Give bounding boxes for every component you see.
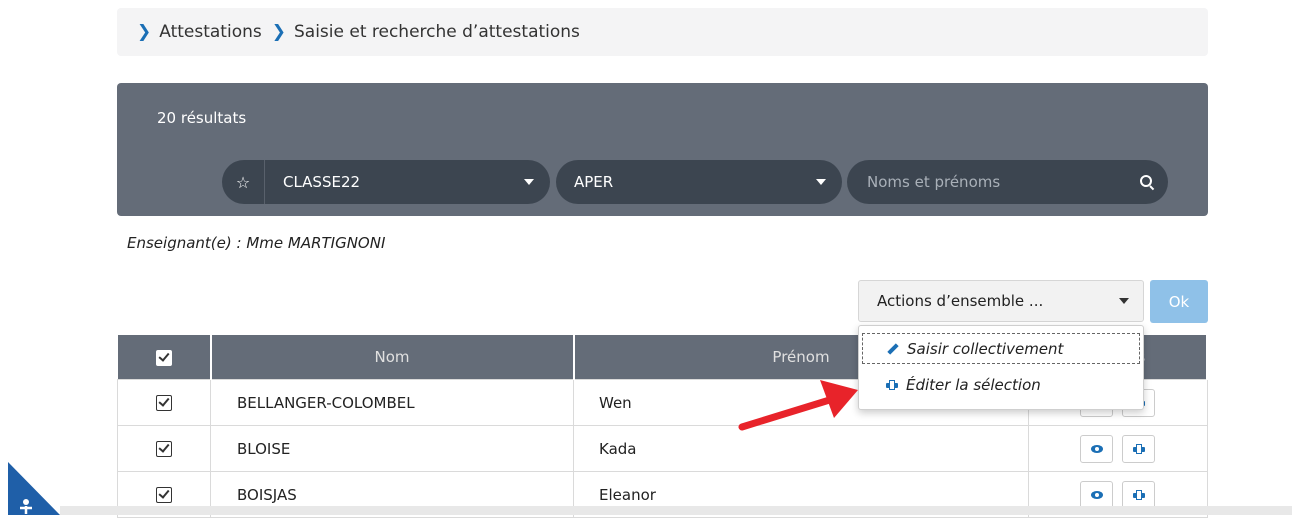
star-favorite-button[interactable]: ☆ xyxy=(222,160,265,204)
row-checkbox[interactable] xyxy=(156,395,172,411)
menu-item-label: Saisir collectivement xyxy=(907,339,1064,358)
view-button[interactable] xyxy=(1080,480,1114,509)
print-button[interactable] xyxy=(1122,480,1156,509)
cell-nom: BLOISE xyxy=(210,425,574,472)
menu-item-label: Éditer la sélection xyxy=(906,375,1041,394)
breadcrumb-label: Attestations xyxy=(159,22,262,42)
search-placeholder: Noms et prénoms xyxy=(867,173,1001,191)
caret-down-icon xyxy=(816,179,826,185)
attestation-select-value: APER xyxy=(574,173,614,191)
printer-icon xyxy=(1132,489,1145,500)
classe-select[interactable]: ☆ CLASSE22 xyxy=(222,160,550,204)
menu-item-saisir-collectivement[interactable]: Saisir collectivement xyxy=(862,333,1140,364)
printer-icon xyxy=(1132,443,1145,454)
footer-bar xyxy=(60,506,1292,515)
results-count: 20 résultats xyxy=(157,109,247,127)
teacher-label: Enseignant(e) : Mme MARTIGNONI xyxy=(127,234,386,252)
bulk-actions-menu: Saisir collectivement Éditer la sélectio… xyxy=(858,325,1144,410)
bulk-actions-value: Actions d’ensemble ... xyxy=(877,292,1044,310)
attestation-select[interactable]: APER xyxy=(556,160,842,204)
chevron-right-icon: ❯ xyxy=(137,22,152,42)
breadcrumb-label: Saisie et recherche d’attestations xyxy=(293,22,580,42)
row-checkbox[interactable] xyxy=(156,441,172,457)
eye-icon xyxy=(1090,490,1103,499)
caret-down-icon xyxy=(524,179,534,185)
filter-panel: 20 résultats ☆ CLASSE22 APER Noms et pré… xyxy=(117,83,1208,216)
table-row: BLOISE Kada xyxy=(117,425,1208,472)
breadcrumb: ❯ Attestations ❯ Saisie et recherche d’a… xyxy=(117,8,1208,56)
select-all-checkbox[interactable] xyxy=(155,349,172,366)
select-all-header[interactable] xyxy=(117,335,212,380)
printer-icon xyxy=(886,379,898,390)
name-search-input[interactable]: Noms et prénoms xyxy=(847,160,1168,204)
chevron-right-icon: ❯ xyxy=(271,22,286,42)
accessibility-icon[interactable] xyxy=(0,462,60,515)
row-checkbox[interactable] xyxy=(156,487,172,503)
red-arrow-annotation xyxy=(738,380,858,431)
classe-select-value: CLASSE22 xyxy=(283,173,361,191)
cell-nom: BELLANGER-COLOMBEL xyxy=(210,379,574,426)
caret-down-icon xyxy=(1119,298,1129,304)
menu-item-editer-selection[interactable]: Éditer la sélection xyxy=(862,369,1140,400)
breadcrumb-item-attestations[interactable]: ❯ Attestations xyxy=(137,22,262,42)
header-nom[interactable]: Nom xyxy=(210,335,575,380)
star-icon: ☆ xyxy=(235,172,251,192)
breadcrumb-item-saisie[interactable]: ❯ Saisie et recherche d’attestations xyxy=(272,22,580,42)
eye-icon xyxy=(1090,444,1103,453)
cell-actions xyxy=(1028,425,1208,472)
pencil-icon xyxy=(887,342,899,355)
search-icon[interactable] xyxy=(1140,175,1154,189)
view-button[interactable] xyxy=(1080,434,1114,463)
bulk-actions-select[interactable]: Actions d’ensemble ... xyxy=(858,280,1144,322)
print-button[interactable] xyxy=(1122,434,1156,463)
ok-button[interactable]: Ok xyxy=(1150,280,1208,323)
